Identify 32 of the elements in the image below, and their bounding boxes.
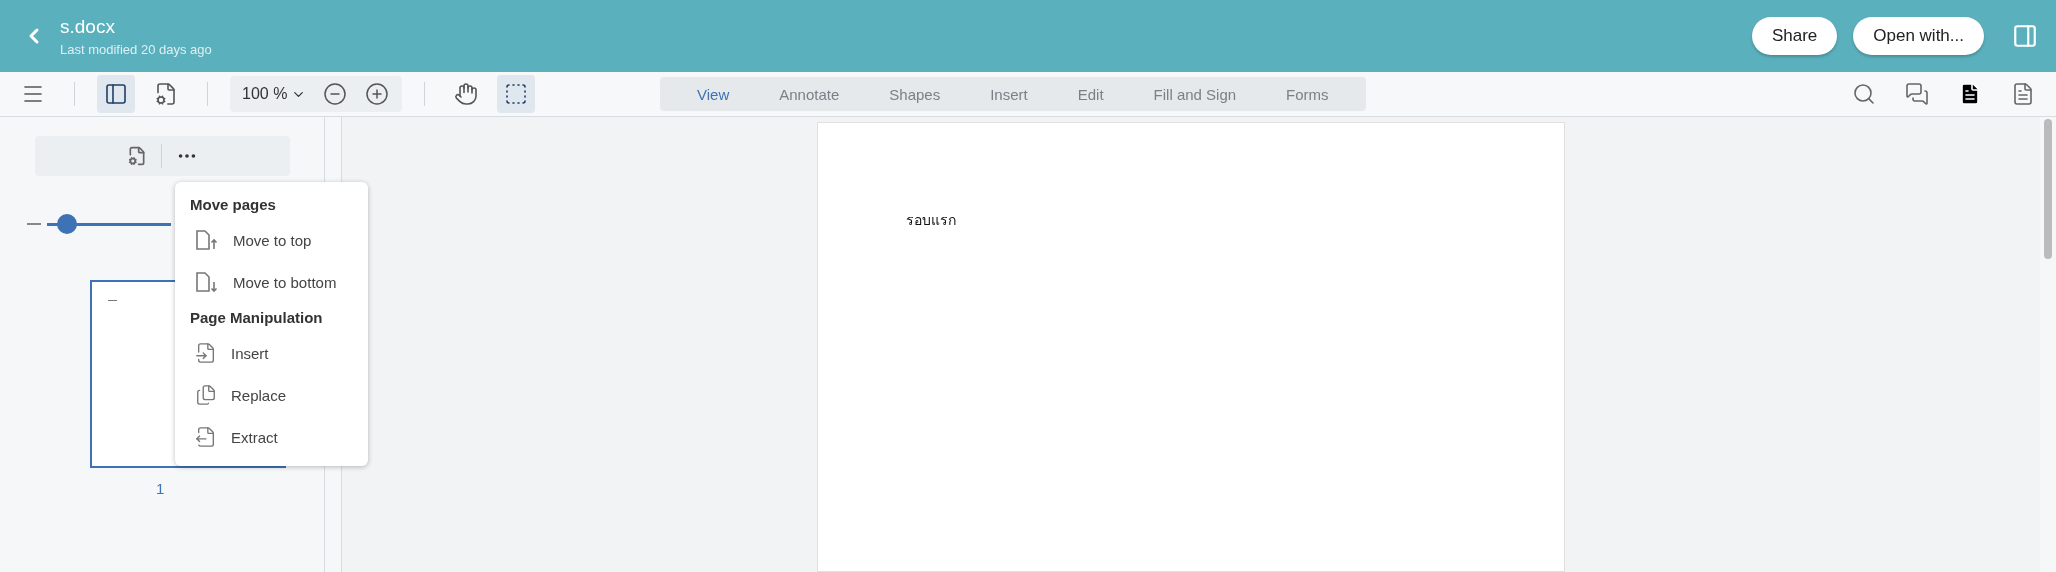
move-down-icon <box>195 271 219 293</box>
panel-icon <box>104 82 128 106</box>
hand-icon <box>454 82 479 106</box>
menu-heading: Page Manipulation <box>189 308 324 328</box>
minus-icon <box>27 223 41 225</box>
slider-thumb[interactable] <box>56 214 77 234</box>
menu-item[interactable]: Move to top <box>175 219 368 261</box>
document-title: s.docx <box>60 15 116 38</box>
menu-item[interactable]: Insert <box>175 332 368 374</box>
scrollbar-thumb[interactable] <box>2044 119 2052 259</box>
file-icon <box>1958 82 1982 106</box>
notes-icon <box>2011 82 2035 106</box>
open-with-button[interactable]: Open with... <box>1853 17 1984 55</box>
move-up-icon <box>195 229 219 251</box>
menu-item[interactable]: Replace <box>175 374 368 416</box>
document-settings-icon <box>154 82 178 106</box>
menu-item[interactable]: Extract <box>175 416 368 458</box>
menu-heading: Move pages <box>189 195 277 215</box>
page-number: 1 <box>156 480 165 497</box>
file-replace-icon <box>195 384 217 406</box>
file-insert-icon <box>195 342 217 364</box>
menu-item[interactable]: Move to bottom <box>175 261 368 303</box>
zoom-out-icon[interactable] <box>323 82 348 106</box>
share-button[interactable]: Share <box>1751 17 1838 55</box>
document-text: รอบแรก <box>906 212 956 228</box>
zoom-in-icon[interactable] <box>365 82 390 106</box>
comments-icon <box>1905 82 1929 106</box>
search-icon <box>1852 82 1876 106</box>
file-extract-icon <box>195 426 217 448</box>
selection-icon <box>504 82 529 106</box>
last-modified-text: Last modified 20 days ago <box>60 41 213 57</box>
tab[interactable]: View <box>672 85 755 103</box>
